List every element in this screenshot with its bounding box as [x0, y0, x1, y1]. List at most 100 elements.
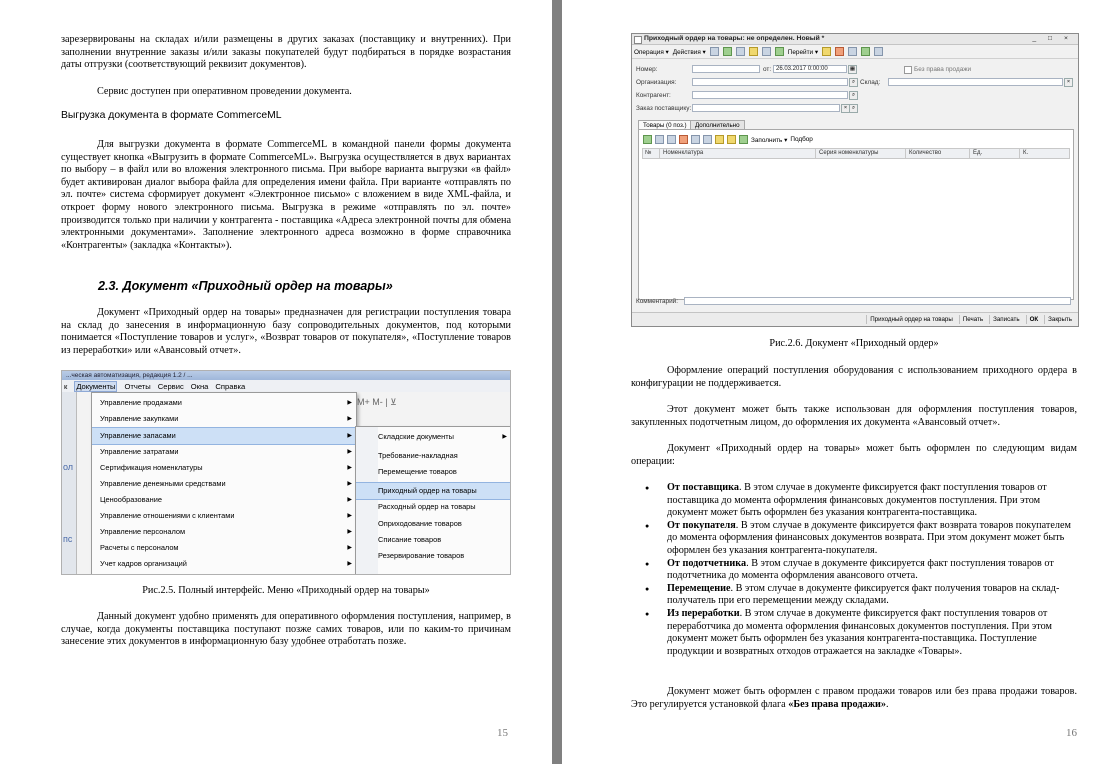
menu-item-partial[interactable]: к — [64, 382, 67, 391]
submenu-item[interactable]: Расходный ордер на товары — [356, 499, 510, 515]
paragraph-sale-right: Документ может быть оформлен с правом пр… — [631, 686, 1077, 710]
folder-icon[interactable] — [748, 47, 758, 56]
submenu-item-receipt-order[interactable]: Приходный ордер на товары — [356, 482, 510, 500]
column-header[interactable]: Ед. — [973, 150, 982, 156]
move-down-icon[interactable] — [703, 135, 712, 144]
warehouse-label: Склад: — [860, 79, 881, 86]
goto-menu[interactable]: Перейти ▾ — [788, 48, 818, 56]
submenu-item[interactable]: Управление персоналом ▶ — [92, 524, 356, 540]
ok-button[interactable]: ОК — [1025, 315, 1042, 324]
submenu-item[interactable]: Расчеты с персоналом ▶ — [92, 540, 356, 556]
delete-row-icon[interactable] — [679, 135, 688, 144]
comment-field[interactable] — [684, 297, 1071, 305]
save-icon[interactable] — [709, 47, 719, 56]
column-header[interactable]: Номенклатура — [663, 150, 703, 156]
search-icon[interactable]: ⌕ — [849, 78, 858, 87]
page-number: 15 — [497, 727, 508, 739]
submenu-item[interactable]: Резервирование товаров — [356, 548, 510, 564]
document-page-16: Приходный ордер на товары: не определен.… — [562, 0, 1115, 764]
search-icon[interactable]: ⌕ — [849, 104, 858, 113]
menu-item-reports[interactable]: Отчеты — [124, 382, 150, 391]
report-icon[interactable] — [835, 47, 845, 56]
submenu-item[interactable]: Управление отношениями с клиентами ▶ — [92, 508, 356, 524]
structure-icon[interactable] — [774, 47, 784, 56]
actions-menu[interactable]: Действия ▾ — [673, 48, 706, 56]
date-label: от: — [763, 66, 772, 73]
toolbar-hint: М+ М- | ⊻ — [357, 397, 397, 407]
submenu-item[interactable]: Ценообразование ▶ — [92, 492, 356, 508]
side-glyph: ол — [63, 462, 74, 472]
pick-button[interactable]: Подбор — [790, 136, 813, 143]
no-sale-right-label: Без права продажи — [914, 66, 972, 73]
save-button[interactable]: Записать — [989, 315, 1022, 324]
submenu-item[interactable]: Списание товаров — [356, 532, 510, 548]
paragraph-accountable: Этот документ может быть также использов… — [631, 404, 1077, 428]
date-field[interactable]: 26.03.2017 0:00:00 — [773, 65, 847, 73]
column-header[interactable]: Серия номенклатуры — [819, 150, 879, 156]
submenu-item[interactable]: Оприходование товаров — [356, 516, 510, 532]
table-toolbar: Заполнить ▾ Подбор — [643, 135, 813, 144]
paragraph-equipment: Оформление операций поступления оборудов… — [631, 365, 1077, 389]
menu-item-documents[interactable]: Документы — [74, 380, 118, 392]
barcode-icon[interactable] — [739, 135, 748, 144]
receipt-order-print-button[interactable]: Приходный ордер на товары — [866, 315, 956, 324]
menu-item-service[interactable]: Сервис — [158, 382, 184, 391]
column-header[interactable]: К. — [1023, 150, 1028, 156]
submenu-item-selected[interactable]: Управление запасами ▶ — [92, 427, 356, 445]
column-header[interactable]: № — [645, 150, 651, 156]
settings-icon[interactable] — [874, 47, 884, 56]
submenu-item[interactable]: Складские документы ▶ — [356, 429, 510, 445]
window-controls[interactable]: _ □ × — [1032, 34, 1073, 44]
edit-row-icon[interactable] — [667, 135, 676, 144]
submenu-item[interactable]: Управление затратами ▶ — [92, 444, 356, 460]
fill-button[interactable]: Заполнить ▾ — [751, 136, 787, 144]
post-icon[interactable] — [722, 47, 732, 56]
contractor-field[interactable] — [692, 91, 848, 99]
table-icon[interactable] — [848, 47, 858, 56]
sort-desc-icon[interactable] — [727, 135, 736, 144]
close-button[interactable]: Закрыть — [1044, 315, 1075, 324]
help-icon[interactable] — [822, 47, 832, 56]
submenu-item[interactable]: Учет кадров организаций ▶ — [92, 556, 356, 572]
submenu-item[interactable]: Перемещение товаров — [356, 464, 510, 480]
side-glyph: пс — [63, 534, 73, 544]
copy-icon[interactable] — [735, 47, 745, 56]
number-label: Номер: — [636, 66, 658, 73]
paragraph-operations-intro: Документ «Приходный ордер на товары» мож… — [631, 443, 1077, 467]
move-up-icon[interactable] — [691, 135, 700, 144]
submenu-item[interactable]: Управление денежными средствами ▶ — [92, 476, 356, 492]
supplier-order-field[interactable] — [692, 104, 840, 112]
list-item: Перемещение. В этом случае в документе ф… — [631, 583, 1077, 608]
form-screenshot: Приходный ордер на товары: не определен.… — [631, 33, 1079, 327]
clear-icon[interactable]: × — [1064, 78, 1073, 87]
menu-screenshot: ...ческая автоматизация, редакция 1.2 / … — [61, 370, 511, 575]
sort-asc-icon[interactable] — [715, 135, 724, 144]
section-heading: 2.3. Документ «Приходный ордер на товары… — [98, 279, 393, 293]
operation-menu[interactable]: Операция ▾ — [634, 48, 669, 56]
window-icon — [634, 36, 642, 44]
submenu-item[interactable]: Сертификация номенклатуры ▶ — [92, 460, 356, 476]
list-item: Из переработки. В этом случае в документ… — [631, 608, 1077, 658]
number-field[interactable] — [692, 65, 760, 73]
list-item: От подотчетника. В этом случае в докумен… — [631, 558, 1077, 583]
print-icon[interactable] — [761, 47, 771, 56]
warehouse-field[interactable] — [888, 78, 1063, 86]
fill-icon[interactable] — [861, 47, 871, 56]
supplier-order-label: Заказ поставщику: — [636, 105, 692, 112]
column-header[interactable]: Количество — [909, 150, 941, 156]
submenu-item[interactable]: Управление закупками ▶ — [92, 411, 356, 427]
operations-list: От поставщика. В этом случае в документе… — [631, 482, 1077, 658]
export-heading: Выгрузка документа в формате CommerceML — [61, 110, 282, 121]
organization-field[interactable] — [692, 78, 848, 86]
calendar-icon[interactable]: ▦ — [848, 65, 857, 74]
menu-item-help[interactable]: Справка — [215, 382, 245, 391]
add-row-icon[interactable] — [643, 135, 652, 144]
copy-row-icon[interactable] — [655, 135, 664, 144]
menu-item-windows[interactable]: Окна — [191, 382, 209, 391]
list-item: От поставщика. В этом случае в документе… — [631, 482, 1077, 520]
print-button[interactable]: Печать — [958, 315, 986, 324]
no-sale-right-checkbox[interactable] — [904, 66, 912, 74]
submenu-item[interactable]: Требование-накладная — [356, 448, 510, 464]
submenu-item[interactable]: Управление продажами ▶ — [92, 395, 356, 411]
search-icon[interactable]: ⌕ — [849, 91, 858, 100]
